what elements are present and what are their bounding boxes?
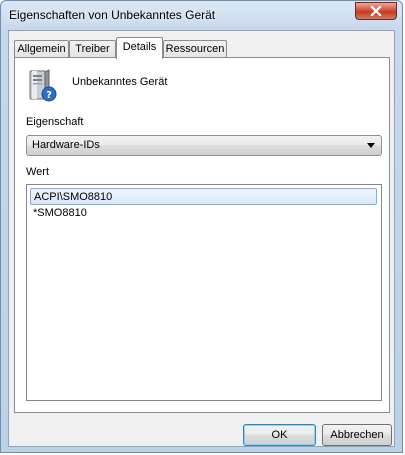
tab-label: Allgemein xyxy=(17,43,66,55)
details-panel: ? Unbekanntes Gerät Eigenschaft Hardware… xyxy=(14,57,390,413)
tab-label: Details xyxy=(122,41,157,53)
svg-text:?: ? xyxy=(46,90,52,101)
tab-allgemein[interactable]: Allgemein xyxy=(14,40,69,58)
ok-button[interactable]: OK xyxy=(243,424,316,446)
cancel-button[interactable]: Abbrechen xyxy=(322,424,392,446)
window-title: Eigenschaften von Unbekanntes Gerät xyxy=(9,8,216,22)
unknown-device-icon: ? xyxy=(29,69,57,102)
property-label: Eigenschaft xyxy=(26,116,84,128)
value-label: Wert xyxy=(26,166,50,178)
close-button[interactable] xyxy=(355,2,397,20)
property-selected-value: Hardware-IDs xyxy=(32,139,100,151)
tab-label: Treiber xyxy=(75,43,110,55)
chevron-down-icon xyxy=(367,143,375,148)
list-item[interactable]: ACPI\SMO8810 xyxy=(30,188,377,205)
tab-details[interactable]: Details xyxy=(116,37,163,59)
value-listbox[interactable]: ACPI\SMO8810 *SMO8810 xyxy=(26,184,382,401)
list-item[interactable]: *SMO8810 xyxy=(30,205,377,222)
title-bar[interactable]: Eigenschaften von Unbekanntes Gerät xyxy=(1,1,402,29)
tab-treiber[interactable]: Treiber xyxy=(69,40,116,58)
tab-label: Ressourcen xyxy=(165,43,225,55)
properties-dialog: Eigenschaften von Unbekanntes Gerät Allg… xyxy=(0,0,403,453)
close-icon xyxy=(370,6,382,16)
property-dropdown[interactable]: Hardware-IDs xyxy=(26,135,382,156)
tab-ressourcen[interactable]: Ressourcen xyxy=(163,40,227,58)
device-name: Unbekanntes Gerät xyxy=(72,76,168,88)
dialog-client-area: Allgemein Treiber Details Ressourcen ? U… xyxy=(8,30,395,447)
